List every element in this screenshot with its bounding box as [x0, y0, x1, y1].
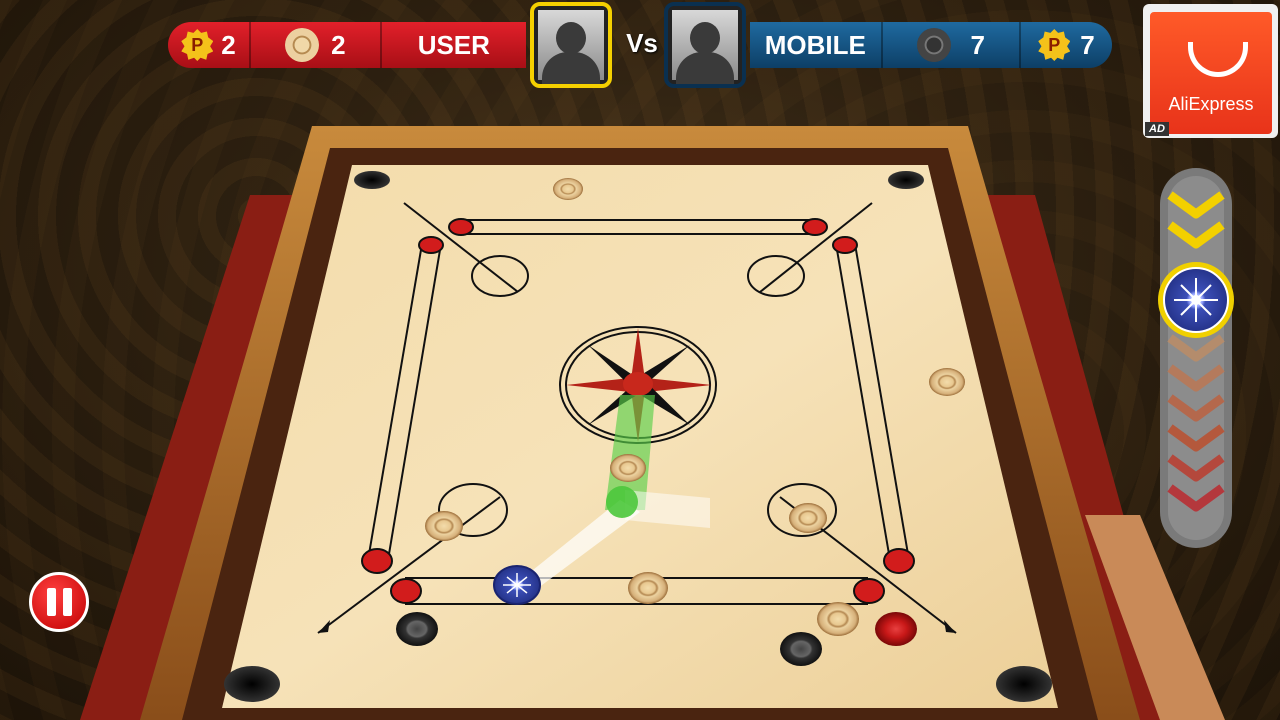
points-badge-icon: P — [181, 29, 214, 61]
user-points: P 2 — [168, 22, 252, 68]
coin-light — [610, 454, 646, 482]
coin-light — [929, 368, 965, 396]
user-coins: 2 — [251, 22, 382, 68]
user-points-value: 2 — [221, 29, 236, 60]
mobile-avatar — [664, 2, 746, 88]
dark-coin-icon — [916, 28, 951, 62]
pocket-bottom-left — [224, 666, 280, 702]
points-badge-icon: P — [1038, 29, 1071, 61]
coin-light — [628, 572, 668, 604]
user-coins-value: 2 — [331, 29, 346, 60]
mobile-label: MOBILE — [750, 22, 883, 68]
ad-banner[interactable]: AliExpress AD — [1143, 4, 1278, 138]
coin-light — [425, 511, 463, 541]
pocket-bottom-right — [996, 666, 1052, 702]
shopping-bag-icon — [1188, 42, 1248, 77]
coin-dark — [396, 612, 438, 646]
queen-coin — [875, 612, 917, 646]
mobile-points-value: 7 — [1080, 29, 1095, 60]
ad-brand: AliExpress — [1168, 94, 1254, 114]
power-slider[interactable] — [1158, 168, 1234, 548]
pocket-top-right — [888, 171, 924, 189]
pause-icon — [46, 588, 56, 616]
coin-dark — [780, 632, 822, 666]
mobile-scorebar: MOBILE 7 P 7 — [750, 22, 1112, 68]
mobile-coins-value: 7 — [970, 29, 986, 60]
mobile-coins: 7 — [883, 22, 1022, 68]
ad-tag: AD — [1145, 122, 1169, 136]
striker[interactable] — [493, 565, 541, 605]
coin-light — [817, 602, 859, 636]
coin-light — [789, 503, 827, 533]
vs-label: Vs — [626, 28, 658, 58]
user-label: USER — [417, 29, 490, 60]
coin-light — [553, 178, 583, 200]
pause-button[interactable] — [29, 572, 89, 632]
mobile-points: P 7 — [1021, 22, 1112, 68]
user-scorebar: P 2 2 USER — [168, 22, 526, 68]
pocket-top-left — [354, 171, 390, 189]
light-coin-icon — [285, 28, 320, 62]
user-avatar — [530, 2, 612, 88]
carrom-board — [80, 126, 1234, 720]
